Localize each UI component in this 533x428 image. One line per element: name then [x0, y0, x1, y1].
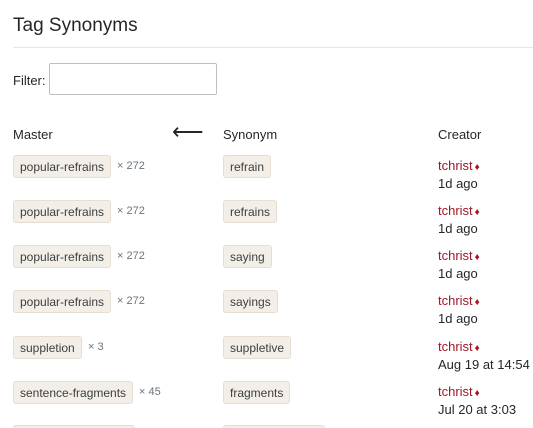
- master-count: × 272: [117, 160, 145, 172]
- table-row: sentence-fragments × 45 fragments tchris…: [0, 381, 533, 426]
- master-tag[interactable]: popular-refrains: [13, 245, 112, 268]
- tag-synonyms-page: Tag Synonyms Filter: Master ⟵ Synonym Cr…: [0, 0, 533, 428]
- creator-link[interactable]: tchrist: [438, 339, 473, 354]
- moderator-diamond-icon: ♦: [474, 207, 480, 218]
- column-header-creator[interactable]: Creator: [438, 127, 481, 142]
- title-divider: [13, 47, 533, 48]
- master-tag[interactable]: popular-refrains: [13, 290, 112, 313]
- page-title: Tag Synonyms: [13, 15, 138, 36]
- creator-link[interactable]: tchrist: [438, 158, 473, 173]
- table-row: popular-refrains × 272 sayings tchrist ♦ …: [0, 290, 533, 335]
- table-row: popular-refrains × 272 refrain tchrist ♦ …: [0, 155, 533, 200]
- synonym-tag[interactable]: saying: [223, 245, 272, 268]
- master-tag[interactable]: suppletion: [13, 336, 82, 359]
- moderator-diamond-icon: ♦: [474, 297, 480, 308]
- creation-time: Aug 19 at 14:54: [438, 357, 530, 372]
- creator-info: tchrist ♦: [438, 293, 480, 308]
- master-count: × 272: [117, 205, 145, 217]
- creator-info: tchrist ♦: [438, 248, 480, 263]
- synonym-tag[interactable]: refrains: [223, 200, 278, 223]
- synonym-tag[interactable]: suppletive: [223, 336, 292, 359]
- filter-input[interactable]: [49, 63, 217, 95]
- master-count: × 3: [88, 341, 104, 353]
- moderator-diamond-icon: ♦: [474, 388, 480, 399]
- master-tag[interactable]: popular-refrains: [13, 200, 112, 223]
- creator-info: tchrist ♦: [438, 203, 480, 218]
- moderator-diamond-icon: ♦: [474, 162, 480, 173]
- creation-time: 1d ago: [438, 176, 478, 191]
- creator-info: tchrist ♦: [438, 158, 480, 173]
- creator-link[interactable]: tchrist: [438, 248, 473, 263]
- creation-time: 1d ago: [438, 221, 478, 236]
- table-row: popular-refrains × 272 refrains tchrist ♦…: [0, 200, 533, 245]
- master-tag[interactable]: popular-refrains: [13, 155, 112, 178]
- table-row: suppletion × 3 suppletive tchrist ♦ Aug 1…: [0, 336, 533, 381]
- master-count: × 45: [139, 386, 161, 398]
- synonym-tag[interactable]: fragments: [223, 381, 291, 404]
- column-header-synonym[interactable]: Synonym: [223, 127, 277, 142]
- creator-info: tchrist ♦: [438, 339, 480, 354]
- column-header-master[interactable]: Master: [13, 127, 53, 142]
- master-count: × 272: [117, 295, 145, 307]
- synonym-tag[interactable]: refrain: [223, 155, 272, 178]
- creation-time: 1d ago: [438, 311, 478, 326]
- master-tag[interactable]: sentence-fragments: [13, 381, 134, 404]
- left-arrow-icon: ⟵: [172, 119, 204, 144]
- master-count: × 272: [117, 250, 145, 262]
- creator-link[interactable]: tchrist: [438, 384, 473, 399]
- creator-info: tchrist ♦: [438, 384, 480, 399]
- creator-link[interactable]: tchrist: [438, 293, 473, 308]
- moderator-diamond-icon: ♦: [474, 343, 480, 354]
- creation-time: 1d ago: [438, 266, 478, 281]
- creator-link[interactable]: tchrist: [438, 203, 473, 218]
- creation-time: Jul 20 at 3:03: [438, 402, 517, 417]
- table-row: popular-refrains × 272 saying tchrist ♦ 1…: [0, 245, 533, 290]
- synonym-tag[interactable]: sayings: [223, 290, 278, 313]
- filter-label: Filter:: [13, 73, 46, 88]
- moderator-diamond-icon: ♦: [474, 252, 480, 263]
